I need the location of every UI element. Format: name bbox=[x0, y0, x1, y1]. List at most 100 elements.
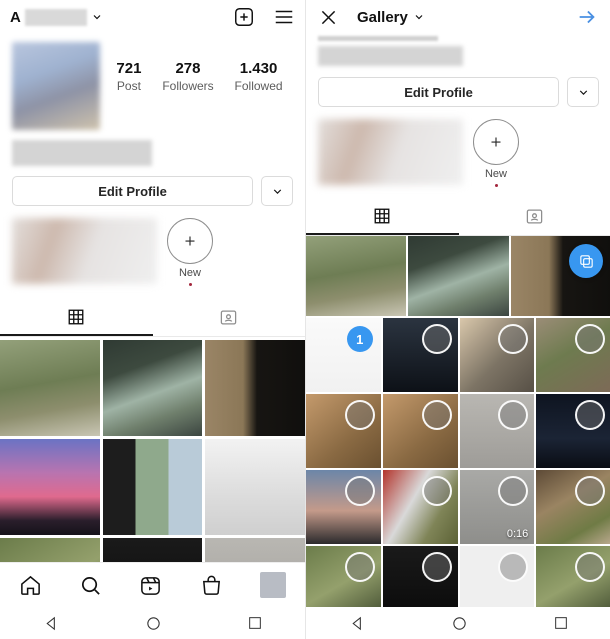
new-highlight-label: New bbox=[178, 267, 201, 279]
preview-cell[interactable] bbox=[306, 236, 407, 316]
selection-circle[interactable] bbox=[344, 476, 375, 506]
selection-circle[interactable] bbox=[575, 400, 605, 430]
profile-avatar[interactable] bbox=[260, 572, 287, 598]
bio-redacted bbox=[12, 140, 152, 166]
highlight-thumbnails-redacted[interactable] bbox=[318, 119, 463, 185]
plus-square-icon[interactable] bbox=[233, 6, 255, 28]
selection-circle[interactable] bbox=[421, 476, 452, 506]
android-recents-button[interactable] bbox=[553, 615, 569, 631]
selection-circle[interactable] bbox=[498, 400, 529, 430]
gallery-picker-screen: Gallery Edit Profile New 1 0:16 bbox=[305, 0, 610, 639]
android-recents-button[interactable] bbox=[247, 615, 263, 631]
gallery-cell[interactable] bbox=[306, 470, 381, 544]
stat-following[interactable]: 1.430 Followed bbox=[235, 60, 283, 94]
new-highlight-dot bbox=[188, 283, 192, 286]
selection-circle[interactable] bbox=[421, 552, 452, 582]
profile-tabs bbox=[306, 199, 610, 236]
gallery-preview-row bbox=[306, 236, 610, 316]
profile-more-button[interactable] bbox=[261, 176, 293, 206]
gallery-cell[interactable] bbox=[536, 470, 610, 544]
bio-redacted bbox=[318, 46, 463, 66]
selection-circle[interactable] bbox=[498, 324, 529, 354]
new-highlight-button[interactable]: New bbox=[473, 119, 519, 187]
tab-tagged[interactable] bbox=[153, 300, 306, 334]
android-home-button[interactable] bbox=[451, 615, 468, 632]
home-icon[interactable] bbox=[19, 574, 42, 597]
gallery-cell[interactable] bbox=[382, 318, 458, 392]
preview-cell[interactable] bbox=[510, 236, 610, 316]
stat-posts-label: Post bbox=[116, 78, 141, 93]
new-highlight-label: New bbox=[484, 168, 507, 180]
bio-line-redacted bbox=[318, 36, 438, 41]
gallery-cell[interactable] bbox=[459, 318, 535, 392]
shop-bag-icon[interactable] bbox=[200, 574, 223, 597]
selection-circle[interactable] bbox=[344, 400, 375, 430]
story-highlights-row: New bbox=[306, 107, 610, 187]
tab-tagged[interactable] bbox=[459, 199, 610, 233]
stat-posts[interactable]: 721 Post bbox=[116, 60, 141, 94]
highlight-thumbnails-redacted[interactable] bbox=[12, 218, 157, 284]
gallery-cell[interactable]: 0:16 bbox=[459, 470, 535, 544]
post-cell[interactable] bbox=[102, 439, 203, 535]
selection-circle[interactable] bbox=[575, 476, 605, 506]
gallery-cell[interactable] bbox=[536, 318, 610, 392]
gallery-cell[interactable] bbox=[459, 394, 535, 468]
selection-circle[interactable] bbox=[498, 476, 529, 506]
gallery-topbar: Gallery bbox=[306, 0, 610, 34]
edit-profile-button[interactable]: Edit Profile bbox=[318, 77, 559, 107]
search-icon[interactable] bbox=[79, 574, 102, 597]
tab-grid[interactable] bbox=[306, 199, 459, 235]
username-prefix: A bbox=[10, 8, 21, 26]
arrow-right-icon[interactable] bbox=[575, 6, 599, 28]
gallery-cell[interactable]: 1 bbox=[306, 318, 381, 392]
post-cell[interactable] bbox=[0, 439, 100, 535]
reels-icon[interactable] bbox=[139, 574, 162, 597]
gallery-cell[interactable] bbox=[382, 394, 458, 468]
grid-icon bbox=[67, 308, 85, 326]
edit-profile-button[interactable]: Edit Profile bbox=[12, 176, 253, 206]
username-redacted bbox=[24, 8, 87, 26]
selection-circle[interactable] bbox=[575, 552, 605, 582]
layers-multiselect-icon bbox=[578, 253, 595, 270]
gallery-title: Gallery bbox=[357, 8, 408, 26]
selection-badge[interactable]: 1 bbox=[346, 326, 373, 352]
selection-circle[interactable] bbox=[498, 552, 529, 582]
android-home-button[interactable] bbox=[145, 615, 162, 632]
plus-icon bbox=[167, 218, 213, 264]
preview-cell[interactable] bbox=[408, 236, 509, 316]
multiselect-fab-button[interactable] bbox=[569, 244, 603, 278]
selection-circle[interactable] bbox=[344, 552, 375, 582]
gallery-cell[interactable] bbox=[306, 394, 381, 468]
stat-followers-label: Followers bbox=[162, 78, 214, 93]
chevron-down-icon bbox=[91, 11, 103, 23]
gallery-cell[interactable] bbox=[382, 470, 458, 544]
underlying-profile-bio bbox=[306, 34, 610, 66]
profile-topbar: A bbox=[0, 0, 305, 34]
stat-following-count: 1.430 bbox=[239, 60, 278, 77]
post-cell[interactable] bbox=[205, 340, 305, 436]
post-cell[interactable] bbox=[205, 439, 305, 535]
hamburger-menu-icon[interactable] bbox=[273, 6, 295, 28]
selection-circle[interactable] bbox=[575, 324, 605, 354]
gallery-source-selector[interactable]: Gallery bbox=[357, 9, 425, 26]
tagged-person-icon bbox=[219, 308, 238, 327]
profile-bio bbox=[12, 140, 293, 166]
android-back-button[interactable] bbox=[349, 615, 366, 632]
stat-followers[interactable]: 278 Followers bbox=[162, 60, 213, 94]
stat-following-label: Followed bbox=[234, 78, 283, 93]
profile-more-button[interactable] bbox=[567, 77, 599, 107]
username-switcher[interactable]: A bbox=[10, 8, 103, 26]
post-cell[interactable] bbox=[102, 340, 203, 436]
new-highlight-button[interactable]: New bbox=[167, 218, 213, 286]
post-cell[interactable] bbox=[0, 340, 100, 436]
new-highlight-dot bbox=[494, 184, 498, 187]
grid-icon bbox=[373, 207, 391, 225]
avatar[interactable] bbox=[12, 42, 100, 130]
selection-circle[interactable] bbox=[421, 400, 452, 430]
tab-grid[interactable] bbox=[0, 300, 153, 336]
android-back-button[interactable] bbox=[43, 615, 60, 632]
close-x-icon[interactable] bbox=[318, 7, 339, 28]
gallery-cell[interactable] bbox=[536, 394, 610, 468]
stat-posts-count: 721 bbox=[116, 60, 142, 77]
selection-circle[interactable] bbox=[421, 324, 452, 354]
